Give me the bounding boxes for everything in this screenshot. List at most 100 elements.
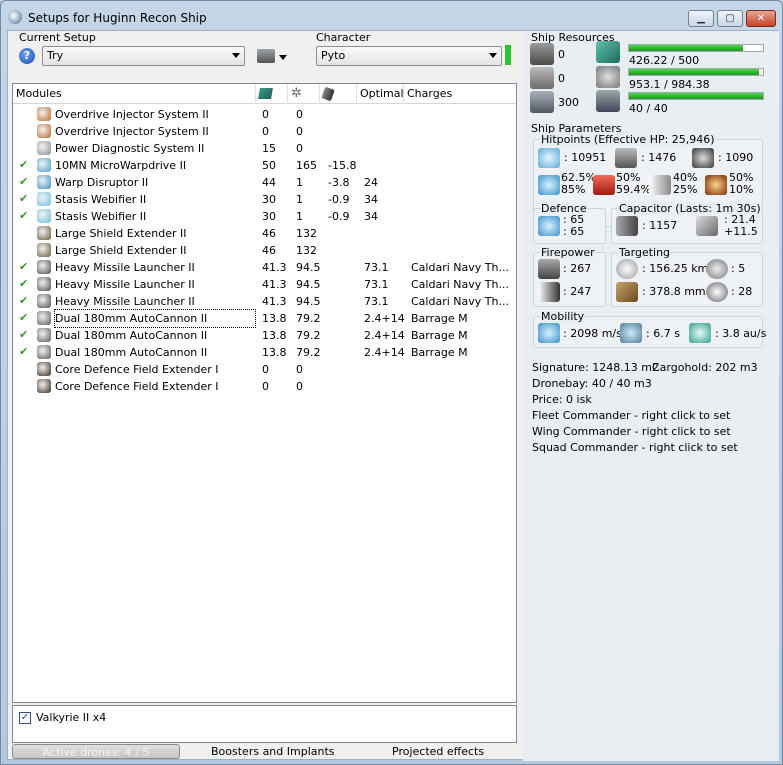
module-cpu: 0: [262, 108, 269, 121]
module-optimal: 2.4+14: [364, 329, 405, 342]
character-combo[interactable]: Pyto: [316, 46, 502, 66]
module-cpu: 41.3: [262, 278, 287, 291]
active-check-icon[interactable]: ✔: [19, 192, 28, 205]
module-icon: [37, 379, 51, 393]
module-powergrid: 94.5: [296, 261, 321, 274]
align-time-icon: [620, 323, 642, 343]
powergrid-bar: [628, 68, 764, 76]
module-cpu: 0: [262, 380, 269, 393]
module-row[interactable]: ✔ Dual 180mm AutoCannon II 13.8 79.2 2.4+14 B…: [13, 309, 516, 328]
module-charge: Barrage M: [411, 346, 468, 359]
header-powergrid[interactable]: ✲: [288, 84, 320, 104]
help-icon[interactable]: ?: [19, 48, 35, 64]
module-row[interactable]: Power Diagnostic System II 15 0: [13, 140, 516, 157]
module-icon: [37, 345, 51, 359]
active-check-icon[interactable]: ✔: [19, 277, 28, 290]
module-capacitor: -0.9: [328, 210, 350, 223]
fleet-commander[interactable]: Fleet Commander - right click to set: [532, 409, 730, 422]
wing-commander[interactable]: Wing Commander - right click to set: [532, 425, 731, 438]
module-charge: [411, 157, 511, 174]
module-charge: Caldari Navy Th...: [411, 278, 509, 291]
title-bar[interactable]: Setups for Huginn Recon Ship ▁ ▢ ✕: [1, 1, 782, 31]
drone-checkbox[interactable]: ✓: [19, 712, 31, 724]
module-icon: [37, 107, 51, 121]
active-check-icon[interactable]: ✔: [19, 311, 28, 324]
current-setup-label: Current Setup: [19, 31, 96, 44]
module-row[interactable]: ✔ Stasis Webifier II 30 1 -0.9 34: [13, 191, 516, 208]
active-check-icon[interactable]: ✔: [19, 158, 28, 171]
header-capacitor[interactable]: [320, 84, 357, 104]
active-check-icon[interactable]: ✔: [19, 175, 28, 188]
modules-list[interactable]: Modules ✲ Optimal Charges Overdrive Inje…: [12, 83, 517, 703]
module-cpu: 44: [262, 176, 276, 189]
calibration-value: 300: [558, 96, 579, 109]
setup-combo[interactable]: Try: [42, 46, 245, 66]
drone-item[interactable]: Valkyrie II x4: [36, 711, 106, 724]
squad-commander[interactable]: Squad Commander - right click to set: [532, 441, 738, 454]
module-powergrid: 79.2: [296, 329, 321, 342]
hull-hp-icon: [692, 148, 714, 168]
module-row[interactable]: ✔ Stasis Webifier II 30 1 -0.9 34: [13, 208, 516, 225]
setup-value: Try: [47, 49, 64, 62]
tab-projected-effects[interactable]: Projected effects: [392, 744, 484, 759]
module-name: Heavy Missile Launcher II: [55, 295, 195, 308]
drones-list[interactable]: ✓ Valkyrie II x4: [12, 705, 517, 743]
active-check-icon[interactable]: ✔: [19, 209, 28, 222]
module-row[interactable]: ✔ Dual 180mm AutoCannon II 13.8 79.2 2.4+14 B…: [13, 327, 516, 344]
drone-bandwidth-bar-fill: [629, 93, 763, 99]
module-charge: [411, 225, 511, 242]
dronebay-capacity: Dronebay: 40 / 40 m3: [532, 377, 652, 390]
close-button[interactable]: ✕: [746, 10, 776, 27]
active-check-icon[interactable]: ✔: [19, 345, 28, 358]
character-value: Pyto: [321, 49, 346, 62]
header-charges[interactable]: Charges: [404, 84, 516, 104]
module-row[interactable]: Overdrive Injector System II 0 0: [13, 123, 516, 140]
header-cpu[interactable]: [256, 84, 288, 104]
module-row[interactable]: Core Defence Field Extender I 0 0: [13, 378, 516, 395]
module-row[interactable]: ✔ Warp Disruptor II 44 1 -3.8 24: [13, 174, 516, 191]
module-powergrid: 132: [296, 244, 317, 257]
module-row[interactable]: ✔ Heavy Missile Launcher II 41.3 94.5 73.1 Ca…: [13, 276, 516, 293]
active-check-icon[interactable]: ✔: [19, 260, 28, 273]
module-row[interactable]: ✔ 10MN MicroWarpdrive II 50 165 -15.8: [13, 157, 516, 174]
shield-hp: : 10951: [564, 151, 607, 164]
ship-tools-icon[interactable]: [257, 49, 275, 63]
header-modules[interactable]: Modules: [13, 84, 256, 104]
module-row[interactable]: ✔ Dual 180mm AutoCannon II 13.8 79.2 2.4+14 B…: [13, 344, 516, 361]
turret-hardpoints: 0: [558, 48, 565, 61]
active-check-icon[interactable]: ✔: [19, 328, 28, 341]
mobility-title: Mobility: [540, 310, 586, 323]
module-icon: [37, 158, 51, 172]
minimize-button[interactable]: ▁: [688, 10, 714, 27]
header-optimal[interactable]: Optimal: [357, 84, 404, 104]
module-charge: [411, 378, 511, 395]
tools-dropdown-icon[interactable]: [279, 55, 287, 60]
module-optimal: 24: [364, 176, 378, 189]
turret-dps-icon: [538, 259, 560, 279]
module-row[interactable]: Large Shield Extender II 46 132: [13, 242, 516, 259]
module-charge: [411, 140, 511, 157]
active-check-icon[interactable]: ✔: [19, 294, 28, 307]
module-icon: [37, 328, 51, 342]
active-drones-bar[interactable]: Active drones: 4 / 5: [12, 744, 180, 759]
module-row[interactable]: Overdrive Injector System II 0 0: [13, 106, 516, 123]
firepower-value-1: : 267: [563, 262, 592, 275]
maximize-button[interactable]: ▢: [717, 10, 743, 27]
module-optimal: [364, 361, 408, 378]
chevron-down-icon: [232, 53, 240, 58]
chevron-down-icon: [489, 53, 497, 58]
bottom-tabs: Active drones: 4 / 5 Boosters and Implan…: [12, 744, 517, 761]
module-row[interactable]: ✔ Heavy Missile Launcher II 41.3 94.5 73.1 Ca…: [13, 293, 516, 310]
module-row[interactable]: ✔ Heavy Missile Launcher II 41.3 94.5 73.1 Ca…: [13, 259, 516, 276]
module-capacitor: [328, 242, 360, 259]
main-window: Setups for Huginn Recon Ship ▁ ▢ ✕ Curre…: [0, 0, 783, 765]
module-powergrid: 0: [296, 363, 303, 376]
cpu-bar-fill: [629, 45, 744, 51]
firepower-value-2: : 247: [563, 285, 592, 298]
tab-boosters-implants[interactable]: Boosters and Implants: [211, 744, 335, 759]
capacitor-rate-2: +11.5: [724, 225, 758, 238]
signature-radius: Signature: 1248.13 m2: [532, 361, 659, 374]
client-area: Current Setup ? Try Character Pyto Modul…: [7, 30, 779, 761]
module-row[interactable]: Large Shield Extender II 46 132: [13, 225, 516, 242]
module-row[interactable]: Core Defence Field Extender I 0 0: [13, 361, 516, 378]
